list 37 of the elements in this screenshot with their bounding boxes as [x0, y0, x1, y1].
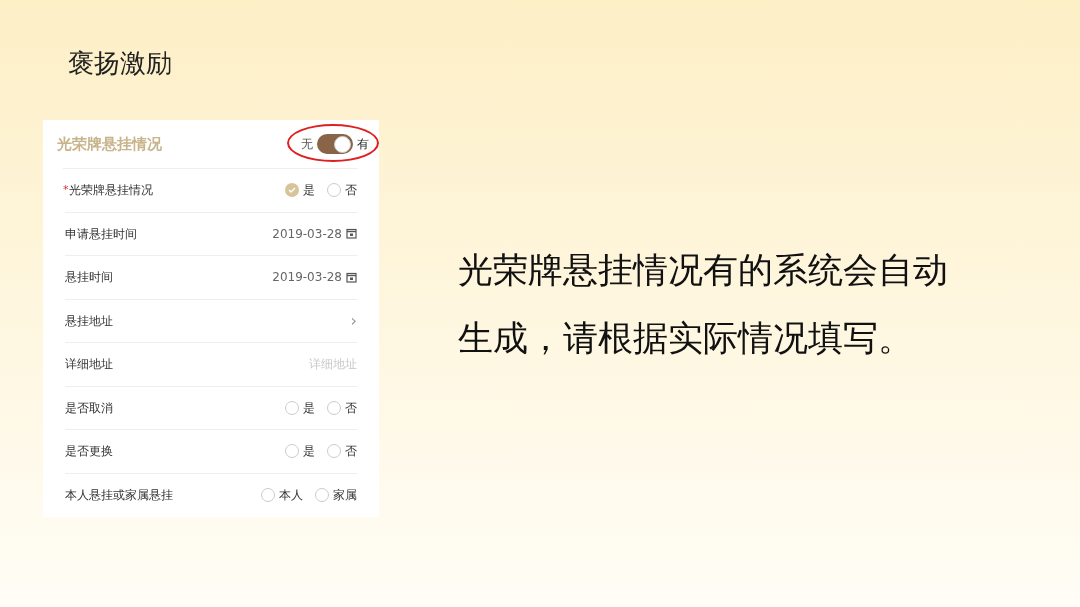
- option-label: 否: [345, 443, 357, 461]
- option-label: 家属: [333, 486, 357, 504]
- field-label: 是否更换: [65, 443, 113, 461]
- toggle-label: 有: [357, 136, 369, 153]
- caption-text: 光荣牌悬挂情况有的系统会自动生成，请根据实际情况填写。: [458, 249, 949, 360]
- field-label: 悬挂时间: [65, 269, 113, 287]
- check-icon: [288, 186, 296, 195]
- slide-title: 褒扬激励: [68, 47, 172, 80]
- option-label: 本人: [279, 486, 303, 504]
- date-value: 2019-03-28: [272, 269, 342, 287]
- toggle-switch[interactable]: [317, 134, 353, 154]
- toggle-label: 无: [301, 136, 313, 153]
- field-label: 光荣牌悬挂情况: [68, 182, 153, 200]
- radio-button[interactable]: [315, 487, 329, 502]
- calendar-icon[interactable]: [346, 271, 357, 283]
- radio-button[interactable]: [285, 444, 299, 459]
- option-label: 是: [303, 443, 315, 461]
- chevron: ›: [350, 309, 357, 332]
- radio-button[interactable]: [327, 400, 341, 415]
- option-label: 否: [345, 399, 357, 417]
- form-title: 光荣牌悬挂情况: [57, 133, 162, 155]
- radio-button[interactable]: [327, 183, 341, 198]
- radio-button[interactable]: [285, 400, 299, 415]
- required-mark: *: [63, 182, 69, 198]
- option-label: 是: [303, 399, 315, 417]
- date-value: 2019-03-28: [272, 225, 342, 243]
- field-label: 详细地址: [65, 356, 113, 374]
- calendar-icon[interactable]: [346, 228, 357, 240]
- field-label: 申请悬挂时间: [65, 225, 137, 243]
- radio-button[interactable]: [285, 183, 299, 198]
- field-label: 悬挂地址: [65, 312, 113, 330]
- option-label: 否: [345, 182, 357, 200]
- option-label: 是: [303, 182, 315, 200]
- radio-button[interactable]: [327, 444, 341, 459]
- field-label: 是否取消: [65, 399, 113, 417]
- field-label: 本人悬挂或家属悬挂: [65, 486, 173, 504]
- radio-button[interactable]: [261, 487, 275, 502]
